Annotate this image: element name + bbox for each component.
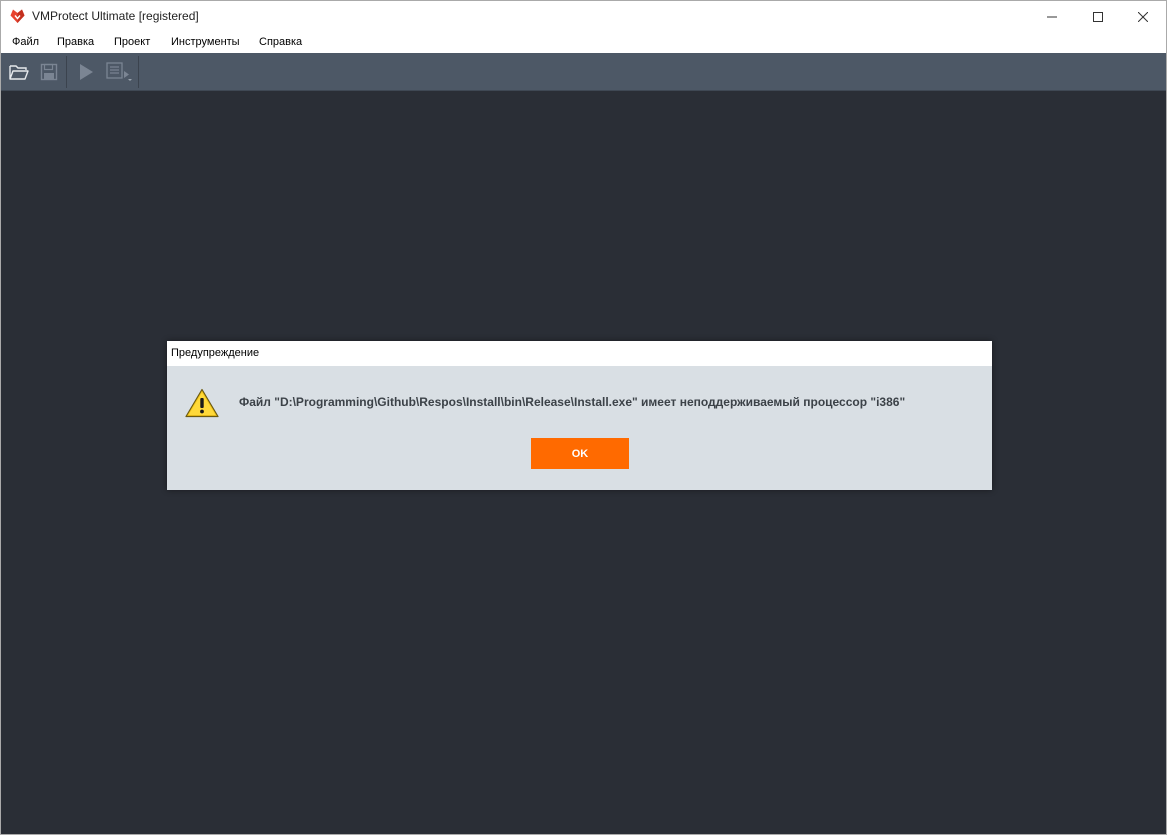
title-bar[interactable]: VMProtect Ultimate [registered] xyxy=(1,1,1166,32)
minimize-icon xyxy=(1047,16,1057,17)
vmprotect-logo-icon xyxy=(10,9,25,23)
open-project-button[interactable] xyxy=(7,60,31,84)
play-icon xyxy=(80,64,93,80)
menu-bar: Файл Правка Проект Инструменты Справка xyxy=(1,32,1166,53)
toolbar-separator xyxy=(66,56,67,88)
open-folder-icon xyxy=(9,65,29,80)
window-title: VMProtect Ultimate [registered] xyxy=(32,9,199,23)
close-icon xyxy=(1138,11,1148,22)
maximize-icon xyxy=(1093,11,1103,22)
close-button[interactable] xyxy=(1120,1,1166,32)
warning-icon xyxy=(185,388,219,418)
run-button[interactable] xyxy=(74,60,98,84)
ok-button[interactable]: OK xyxy=(531,438,629,469)
dialog-title: Предупреждение xyxy=(171,347,260,359)
compile-dropdown-button[interactable] xyxy=(105,60,135,84)
app-window: VMProtect Ultimate [registered] Файл Пра… xyxy=(0,0,1167,835)
dialog-title-bar[interactable]: Предупреждение xyxy=(167,341,992,366)
toolbar-separator xyxy=(138,56,139,88)
compile-options-icon xyxy=(106,62,132,81)
menu-help[interactable]: Справка xyxy=(259,36,302,48)
save-project-button[interactable] xyxy=(37,60,61,84)
menu-project[interactable]: Проект xyxy=(114,36,150,48)
menu-edit[interactable]: Правка xyxy=(57,36,94,48)
dialog-message: Файл "D:\Programming\Github\Respos\Insta… xyxy=(239,395,906,409)
save-icon xyxy=(40,63,58,81)
warning-dialog: Предупреждение Файл "D:\Programming\Gith… xyxy=(167,341,992,490)
minimize-button[interactable] xyxy=(1029,1,1075,32)
toolbar xyxy=(1,53,1166,91)
menu-tools[interactable]: Инструменты xyxy=(171,36,240,48)
maximize-button[interactable] xyxy=(1075,1,1121,32)
menu-file[interactable]: Файл xyxy=(12,36,39,48)
